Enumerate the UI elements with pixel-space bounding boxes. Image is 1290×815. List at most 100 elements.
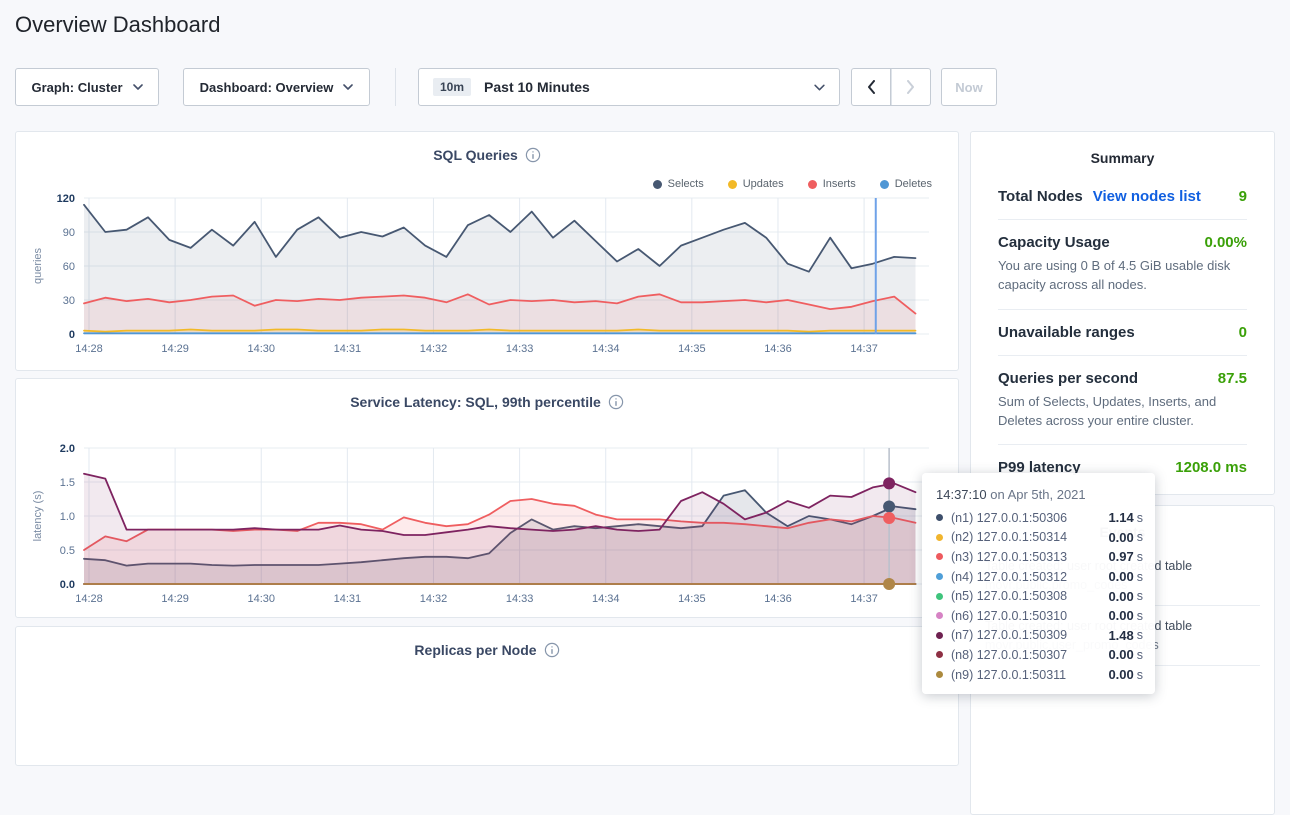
legend-label: Selects <box>668 178 704 190</box>
sql-queries-chart[interactable]: 030609012014:2814:2914:3014:3114:3214:33… <box>28 190 946 360</box>
tooltip-node-unit: s <box>1137 628 1143 642</box>
svg-text:14:29: 14:29 <box>161 343 189 355</box>
tooltip-node-label: (n2) 127.0.0.1:50314 <box>951 530 1108 544</box>
tooltip-node-label: (n1) 127.0.0.1:50306 <box>951 511 1108 525</box>
view-nodes-list-link[interactable]: View nodes list <box>1093 188 1201 205</box>
tooltip-node-value: 1.48 <box>1108 628 1133 643</box>
chart-hover-tooltip: 14:37:10 on Apr 5th, 2021 (n1) 127.0.0.1… <box>922 473 1155 694</box>
legend-item-deletes[interactable]: Deletes <box>880 178 932 190</box>
legend-dot-icon <box>653 180 662 189</box>
tooltip-node-label: (n9) 127.0.0.1:50311 <box>951 668 1108 682</box>
summary-row-subtext: Sum of Selects, Updates, Inserts, and De… <box>998 393 1247 431</box>
tooltip-node-value: 0.00 <box>1108 569 1133 584</box>
info-icon[interactable] <box>525 147 541 163</box>
tooltip-date: on Apr 5th, 2021 <box>990 487 1085 502</box>
tooltip-rows: (n1) 127.0.0.1:503061.14s(n2) 127.0.0.1:… <box>936 508 1143 684</box>
svg-text:90: 90 <box>63 227 75 239</box>
chart-canvas: 0.00.51.01.52.014:2814:2914:3014:3114:32… <box>28 440 946 610</box>
svg-text:14:29: 14:29 <box>161 593 189 605</box>
tooltip-node-label: (n5) 127.0.0.1:50308 <box>951 589 1108 603</box>
summary-row-label: Queries per second <box>998 370 1138 387</box>
chart-title-text: SQL Queries <box>433 147 518 163</box>
tooltip-node-label: (n8) 127.0.0.1:50307 <box>951 648 1108 662</box>
svg-text:120: 120 <box>57 193 75 205</box>
summary-title: Summary <box>971 132 1274 166</box>
summary-rows: Total NodesView nodes list9Capacity Usag… <box>971 166 1274 490</box>
tooltip-node-value: 0.00 <box>1108 667 1133 682</box>
svg-text:30: 30 <box>63 295 75 307</box>
service-latency-title: Service Latency: SQL, 99th percentile <box>16 394 958 410</box>
tooltip-node-row: (n6) 127.0.0.1:503100.00s <box>936 606 1143 626</box>
chevron-down-icon <box>133 84 143 90</box>
tooltip-node-row: (n4) 127.0.0.1:503120.00s <box>936 567 1143 587</box>
tooltip-node-unit: s <box>1137 530 1143 544</box>
svg-text:14:36: 14:36 <box>764 343 792 355</box>
legend-label: Inserts <box>823 178 856 190</box>
svg-text:14:37: 14:37 <box>850 343 878 355</box>
controls-divider <box>395 68 396 106</box>
legend-item-selects[interactable]: Selects <box>653 178 704 190</box>
tooltip-node-row: (n3) 127.0.0.1:503130.97 s <box>936 547 1143 567</box>
replicas-per-node-card: Replicas per Node <box>15 626 959 766</box>
svg-text:14:28: 14:28 <box>75 593 103 605</box>
summary-row-label: Unavailable ranges <box>998 324 1135 341</box>
time-range-dropdown[interactable]: 10m Past 10 Minutes <box>418 68 840 106</box>
info-icon[interactable] <box>608 394 624 410</box>
legend-item-updates[interactable]: Updates <box>728 178 784 190</box>
summary-row: Total NodesView nodes list9 <box>998 174 1247 220</box>
svg-text:14:36: 14:36 <box>764 593 792 605</box>
chart-title-text: Replicas per Node <box>414 642 536 658</box>
chart-title-text: Service Latency: SQL, 99th percentile <box>350 394 601 410</box>
now-button[interactable]: Now <box>941 68 997 106</box>
tooltip-node-row: (n2) 127.0.0.1:503140.00 s <box>936 528 1143 548</box>
chevron-left-icon <box>867 80 876 94</box>
page-title: Overview Dashboard <box>15 12 220 38</box>
dashboard-selector-label: Dashboard: Overview <box>200 80 334 95</box>
replicas-per-node-title: Replicas per Node <box>16 642 958 658</box>
node-color-dot-icon <box>936 632 943 639</box>
tooltip-node-row: (n1) 127.0.0.1:503061.14s <box>936 508 1143 528</box>
svg-text:14:33: 14:33 <box>506 593 534 605</box>
node-color-dot-icon <box>936 573 943 580</box>
service-latency-chart[interactable]: 0.00.51.01.52.014:2814:2914:3014:3114:32… <box>28 440 946 610</box>
now-button-label: Now <box>955 80 982 95</box>
tooltip-node-row: (n9) 127.0.0.1:503110.00 s <box>936 665 1143 685</box>
node-color-dot-icon <box>936 651 943 658</box>
svg-text:14:28: 14:28 <box>75 343 103 355</box>
tooltip-node-value: 0.00 <box>1108 530 1133 545</box>
summary-row: Unavailable ranges0 <box>998 310 1247 356</box>
svg-text:14:31: 14:31 <box>334 343 362 355</box>
next-time-button[interactable] <box>891 68 931 106</box>
legend-dot-icon <box>808 180 817 189</box>
tooltip-node-value: 0.97 <box>1108 549 1133 564</box>
svg-text:1.0: 1.0 <box>60 511 75 523</box>
node-color-dot-icon <box>936 612 943 619</box>
graph-selector-label: Graph: Cluster <box>31 80 122 95</box>
previous-time-button[interactable] <box>851 68 891 106</box>
summary-row-subtext: You are using 0 B of 4.5 GiB usable disk… <box>998 257 1247 295</box>
legend-item-inserts[interactable]: Inserts <box>808 178 856 190</box>
svg-text:2.0: 2.0 <box>60 443 75 455</box>
svg-text:0.5: 0.5 <box>60 545 75 557</box>
dashboard-selector-dropdown[interactable]: Dashboard: Overview <box>183 68 370 106</box>
time-range-badge: 10m <box>433 78 471 96</box>
summary-row-value: 1208.0 ms <box>1175 459 1247 476</box>
svg-text:14:31: 14:31 <box>334 593 362 605</box>
svg-text:14:32: 14:32 <box>420 593 448 605</box>
tooltip-node-value: 0.00 <box>1108 608 1133 623</box>
summary-row: Queries per second87.5Sum of Selects, Up… <box>998 356 1247 446</box>
tooltip-node-label: (n3) 127.0.0.1:50313 <box>951 550 1108 564</box>
graph-selector-dropdown[interactable]: Graph: Cluster <box>15 68 159 106</box>
tooltip-node-unit: s <box>1137 550 1143 564</box>
info-icon[interactable] <box>544 642 560 658</box>
tooltip-node-unit: s <box>1137 668 1143 682</box>
legend-label: Updates <box>743 178 784 190</box>
node-color-dot-icon <box>936 671 943 678</box>
sql-queries-card: SQL Queries Selects Updates Inserts Deletes… <box>15 131 959 371</box>
chevron-right-icon <box>906 80 915 94</box>
svg-text:14:32: 14:32 <box>420 343 448 355</box>
time-range-label: Past 10 Minutes <box>484 79 590 95</box>
chevron-down-icon <box>814 84 825 91</box>
svg-text:14:34: 14:34 <box>592 343 620 355</box>
tooltip-node-unit: s <box>1137 648 1143 662</box>
